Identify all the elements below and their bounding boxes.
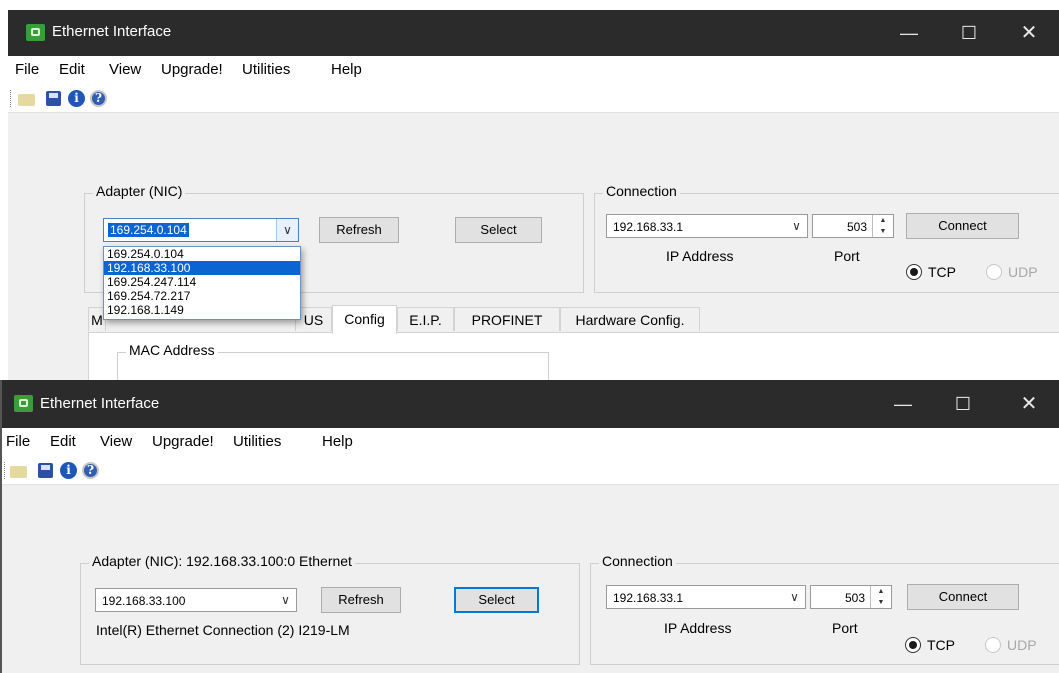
open-folder-icon[interactable] xyxy=(18,94,35,106)
maximize-button[interactable]: ☐ xyxy=(943,10,995,56)
tab-config[interactable]: Config xyxy=(332,305,397,334)
select-button[interactable]: Select xyxy=(455,217,542,243)
port-value: 503 xyxy=(846,220,867,234)
chevron-down-icon[interactable]: ∨ xyxy=(784,586,805,608)
toolbar: i ? xyxy=(8,86,1059,113)
info-icon[interactable]: i xyxy=(68,90,85,107)
app-icon xyxy=(26,24,45,41)
toolbar-grip xyxy=(4,462,7,479)
spin-up-icon[interactable]: ▲ xyxy=(878,588,885,595)
close-button[interactable]: ✕ xyxy=(1003,380,1055,428)
menu-bar: File Edit View Upgrade! Utilities Help xyxy=(2,428,1059,458)
port-stepper[interactable]: 503 ▲ ▼ xyxy=(812,214,894,238)
ip-address-value: 192.168.33.1 xyxy=(613,591,684,605)
ip-address-value: 192.168.33.1 xyxy=(613,220,684,234)
port-label: Port xyxy=(834,248,860,264)
dropdown-option[interactable]: 169.254.72.217 xyxy=(104,289,300,303)
app-icon xyxy=(14,395,33,412)
mac-address-group: MAC Address xyxy=(117,342,549,380)
tab-profinet[interactable]: PROFINET xyxy=(454,307,560,331)
maximize-button[interactable]: ☐ xyxy=(937,380,989,428)
menu-view[interactable]: View xyxy=(100,433,132,450)
menu-file[interactable]: File xyxy=(15,61,39,78)
refresh-button[interactable]: Refresh xyxy=(319,217,399,243)
tcp-radio[interactable] xyxy=(905,637,921,653)
mac-address-legend: MAC Address xyxy=(126,342,218,358)
refresh-button[interactable]: Refresh xyxy=(321,587,401,613)
adapter-combo[interactable]: 192.168.33.100 ∨ xyxy=(95,588,297,612)
ip-address-combo[interactable]: 192.168.33.1 ∨ xyxy=(606,585,806,609)
spin-down-icon[interactable]: ▼ xyxy=(880,228,887,235)
dropdown-option[interactable]: 169.254.247.114 xyxy=(104,275,300,289)
adapter-combo[interactable]: 169.254.0.104 ∨ xyxy=(103,218,299,242)
title-bar[interactable]: Ethernet Interface — ☐ ✕ xyxy=(8,10,1059,56)
tcp-label: TCP xyxy=(928,264,956,280)
top-window: Ethernet Interface — ☐ ✕ File Edit View … xyxy=(8,10,1059,380)
toolbar: i ? xyxy=(2,458,1059,485)
menu-help[interactable]: Help xyxy=(322,433,353,450)
menu-upgrade[interactable]: Upgrade! xyxy=(161,61,223,78)
spin-up-icon[interactable]: ▲ xyxy=(880,217,887,224)
connection-legend: Connection xyxy=(603,183,680,199)
menu-utilities[interactable]: Utilities xyxy=(233,433,281,450)
adapter-legend: Adapter (NIC) xyxy=(93,183,186,199)
ip-address-label: IP Address xyxy=(664,620,732,636)
ip-address-label: IP Address xyxy=(666,248,734,264)
port-stepper[interactable]: 503 ▲ ▼ xyxy=(810,585,892,609)
menu-bar: File Edit View Upgrade! Utilities Help xyxy=(8,56,1059,86)
adapter-group: Adapter (NIC): 192.168.33.100:0 Ethernet xyxy=(80,553,580,665)
connect-button[interactable]: Connect xyxy=(907,584,1019,610)
menu-help[interactable]: Help xyxy=(331,61,362,78)
chevron-down-icon[interactable]: ∨ xyxy=(786,215,807,237)
open-folder-icon[interactable] xyxy=(10,466,27,478)
udp-label: UDP xyxy=(1007,637,1037,653)
window-title: Ethernet Interface xyxy=(52,23,172,40)
help-icon[interactable]: ? xyxy=(90,90,107,107)
spin-arrows-icon[interactable]: ▲ ▼ xyxy=(872,215,893,237)
spin-arrows-icon[interactable]: ▲ ▼ xyxy=(870,586,891,608)
adapter-combo-value: 169.254.0.104 xyxy=(108,223,189,237)
dropdown-option[interactable]: 192.168.1.149 xyxy=(104,303,300,317)
chevron-down-icon[interactable]: ∨ xyxy=(275,589,296,611)
tcp-label: TCP xyxy=(927,637,955,653)
menu-utilities[interactable]: Utilities xyxy=(242,61,290,78)
save-icon[interactable] xyxy=(46,91,61,106)
select-button[interactable]: Select xyxy=(454,587,539,613)
adapter-legend: Adapter (NIC): 192.168.33.100:0 Ethernet xyxy=(89,553,355,569)
help-icon[interactable]: ? xyxy=(82,462,99,479)
menu-view[interactable]: View xyxy=(109,61,141,78)
ip-address-combo[interactable]: 192.168.33.1 ∨ xyxy=(606,214,808,238)
adapter-dropdown-list: 169.254.0.104 192.168.33.100 169.254.247… xyxy=(103,246,301,320)
udp-radio[interactable] xyxy=(986,264,1002,280)
close-button[interactable]: ✕ xyxy=(1003,10,1055,56)
tab-eip[interactable]: E.I.P. xyxy=(397,307,454,331)
connection-legend: Connection xyxy=(599,553,676,569)
udp-radio[interactable] xyxy=(985,637,1001,653)
adapter-description: Intel(R) Ethernet Connection (2) I219-LM xyxy=(96,622,350,638)
dropdown-option-highlighted[interactable]: 192.168.33.100 xyxy=(104,261,300,275)
spin-down-icon[interactable]: ▼ xyxy=(878,599,885,606)
port-value: 503 xyxy=(844,591,865,605)
dropdown-option[interactable]: 169.254.0.104 xyxy=(104,247,300,261)
udp-label: UDP xyxy=(1008,264,1038,280)
connect-button[interactable]: Connect xyxy=(906,213,1019,239)
menu-edit[interactable]: Edit xyxy=(59,61,85,78)
port-label: Port xyxy=(832,620,858,636)
chevron-down-icon[interactable]: ∨ xyxy=(276,219,298,241)
adapter-combo-value: 192.168.33.100 xyxy=(102,594,186,608)
tab-hardware-config[interactable]: Hardware Config. xyxy=(560,307,700,331)
bottom-window: Ethernet Interface — ☐ ✕ File Edit View … xyxy=(0,380,1059,673)
tcp-radio[interactable] xyxy=(906,264,922,280)
save-icon[interactable] xyxy=(38,463,53,478)
menu-edit[interactable]: Edit xyxy=(50,433,76,450)
minimize-button[interactable]: — xyxy=(877,380,929,428)
toolbar-grip xyxy=(10,90,13,107)
title-bar[interactable]: Ethernet Interface — ☐ ✕ xyxy=(2,380,1059,428)
window-title: Ethernet Interface xyxy=(40,395,160,412)
menu-upgrade[interactable]: Upgrade! xyxy=(152,433,214,450)
menu-file[interactable]: File xyxy=(6,433,30,450)
minimize-button[interactable]: — xyxy=(883,10,935,56)
info-icon[interactable]: i xyxy=(60,462,77,479)
